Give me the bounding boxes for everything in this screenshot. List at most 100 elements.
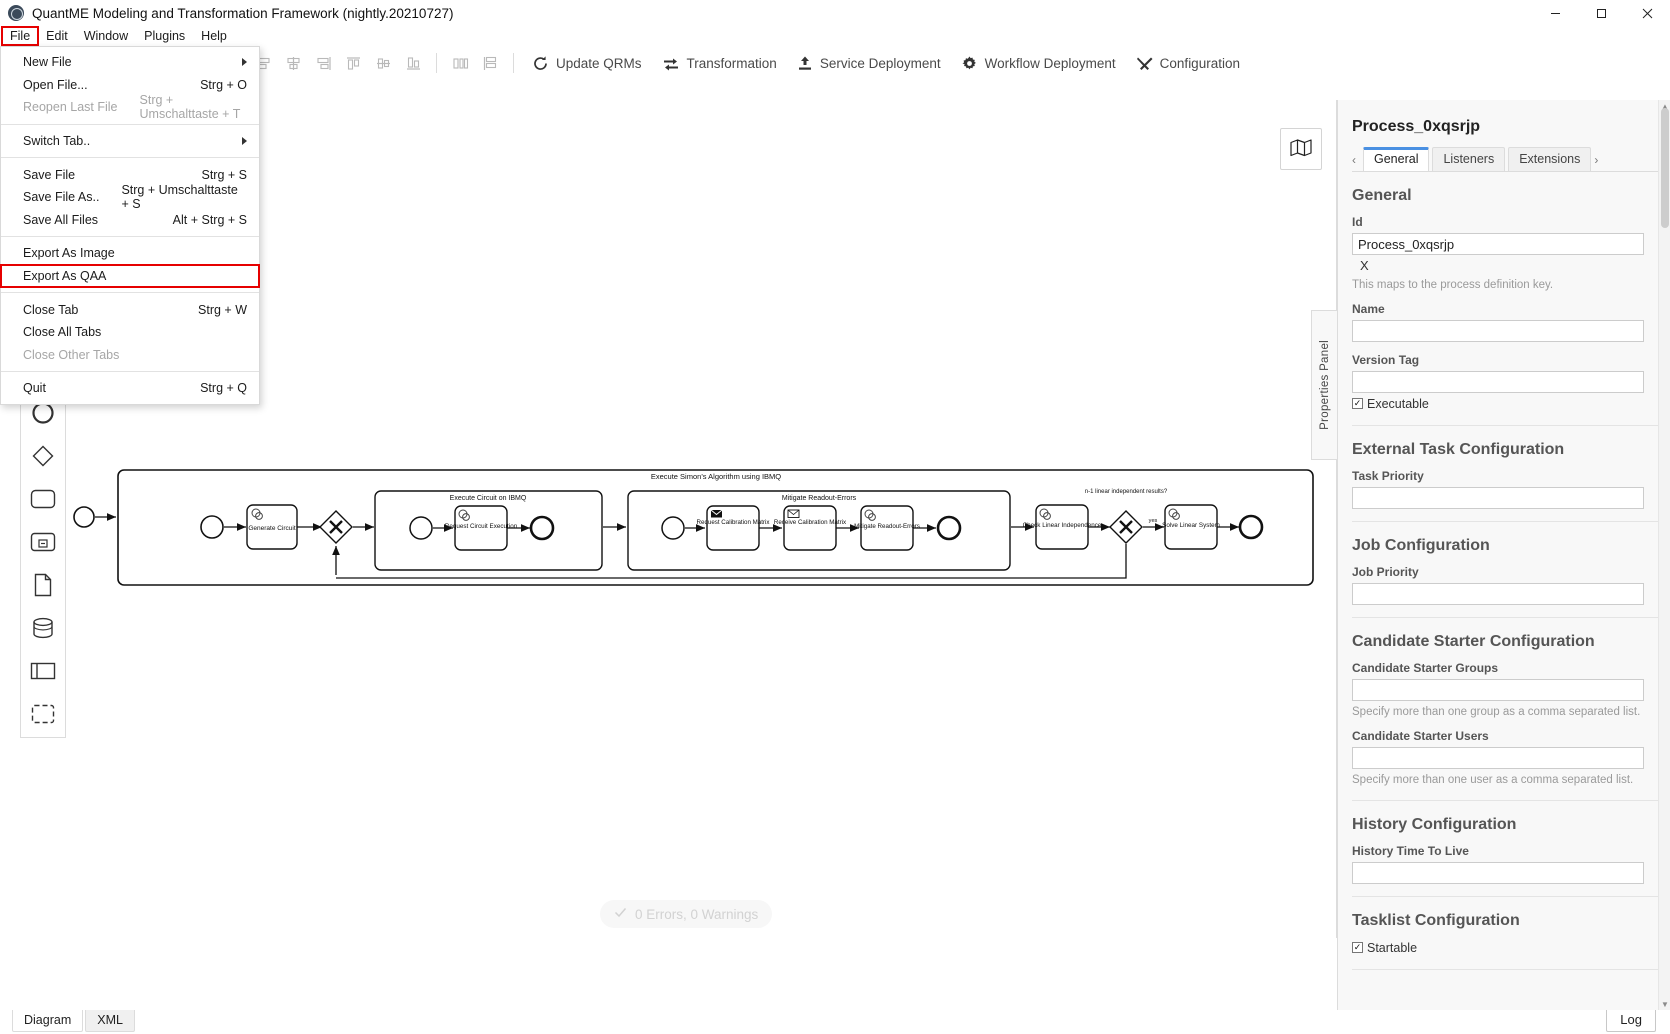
bpmn-inner-start-event[interactable] <box>200 515 224 539</box>
bpmn-end-event[interactable] <box>1238 514 1264 540</box>
bpmn-diagram[interactable]: Execute Simon's Algorithm using IBMQ Gen… <box>0 400 1337 938</box>
bpmn-gateway-1[interactable] <box>319 510 353 544</box>
tab-xml[interactable]: XML <box>85 1010 135 1032</box>
menu-item-close-all-tabs[interactable]: Close All Tabs <box>1 321 259 344</box>
rounded-rect-icon <box>30 489 56 512</box>
tabs-next-arrow[interactable]: › <box>1594 153 1602 171</box>
properties-scrollbar[interactable]: ▲ ▼ <box>1658 100 1670 1010</box>
editor-tabs[interactable]: Diagram XML <box>0 1010 135 1032</box>
menu-plugins[interactable]: Plugins <box>136 27 193 45</box>
menu-window[interactable]: Window <box>76 27 136 45</box>
distribute-horizontal-icon[interactable] <box>446 50 474 76</box>
startable-label: Startable <box>1367 940 1418 955</box>
bpmn-end-event[interactable] <box>529 515 555 541</box>
status-text: 0 Errors, 0 Warnings <box>635 906 759 922</box>
menu-item-quit[interactable]: Quit Strg + Q <box>1 377 259 400</box>
executable-checkbox-row[interactable]: ✓ Executable <box>1352 397 1644 411</box>
startable-checkbox-row[interactable]: ✓ Startable <box>1352 941 1644 955</box>
check-icon <box>614 906 627 922</box>
distribute-vertical-icon[interactable] <box>476 50 504 76</box>
section-job-configuration: Job Configuration Job Priority <box>1352 522 1658 619</box>
minimap-toggle-button[interactable] <box>1280 128 1322 170</box>
workflow-deployment-button[interactable]: Workflow Deployment <box>952 52 1125 75</box>
clear-id-button[interactable]: X <box>1352 255 1644 274</box>
properties-panel[interactable]: Process_0xqsrjp ‹ General Listeners Exte… <box>1337 100 1670 1010</box>
align-top-icon[interactable] <box>339 50 367 76</box>
bpmn-palette[interactable] <box>20 392 66 738</box>
id-input[interactable] <box>1352 233 1644 256</box>
group-tool[interactable] <box>21 694 65 737</box>
bpmn-flow-label-yes: yes <box>1149 518 1158 524</box>
candidate-starter-users-input[interactable] <box>1352 746 1644 769</box>
minimize-button[interactable] <box>1532 0 1578 26</box>
menu-item-new-file[interactable]: New File <box>1 51 259 74</box>
configuration-label: Configuration <box>1159 55 1240 71</box>
menu-item-export-as-image[interactable]: Export As Image <box>1 242 259 265</box>
bpmn-subprocess-mitigate-readout-errors[interactable]: Mitigate Readout-Errors Request Calibrat… <box>627 490 1011 571</box>
bpmn-task-mitigate-readout-errors[interactable]: Mitigate Readout-Errors <box>854 505 920 551</box>
bpmn-start-event[interactable] <box>73 506 95 528</box>
bpmn-task-solve-linear-system[interactable]: Solve Linear System <box>1162 504 1220 550</box>
menu-edit[interactable]: Edit <box>38 27 76 45</box>
name-input[interactable] <box>1352 319 1644 342</box>
menu-item-switch-tab[interactable]: Switch Tab.. <box>1 130 259 153</box>
version-tag-input[interactable] <box>1352 370 1644 393</box>
data-object-tool[interactable] <box>21 565 65 608</box>
align-center-icon[interactable] <box>279 50 307 76</box>
gateway-tool[interactable] <box>21 436 65 479</box>
transformation-button[interactable]: Transformation <box>653 52 786 75</box>
bpmn-task-generate-circuit[interactable]: Generate Circuit <box>246 504 298 550</box>
section-general: General Id X This maps to the process de… <box>1352 172 1658 426</box>
scroll-down-arrow[interactable]: ▼ <box>1659 998 1670 1010</box>
menu-item-close-tab[interactable]: Close Tab Strg + W <box>1 298 259 321</box>
menu-help[interactable]: Help <box>193 27 235 45</box>
menu-file[interactable]: File <box>0 26 40 46</box>
bpmn-start-event[interactable] <box>661 516 685 540</box>
menu-item-save-all-files[interactable]: Save All Files Alt + Strg + S <box>1 209 259 232</box>
section-heading: History Configuration <box>1352 816 1517 834</box>
menu-item-save-file-as[interactable]: Save File As.. Strg + Umschalttaste + S <box>1 183 259 211</box>
menu-separator <box>1 292 259 294</box>
job-priority-input[interactable] <box>1352 583 1644 606</box>
update-qrms-button[interactable]: Update QRMs <box>523 52 651 75</box>
align-middle-icon[interactable] <box>369 50 397 76</box>
bpmn-start-event[interactable] <box>409 516 433 540</box>
bpmn-gateway-2[interactable] <box>1109 510 1143 544</box>
participant-tool[interactable] <box>21 651 65 694</box>
properties-panel-handle[interactable]: Properties Panel <box>1311 310 1337 460</box>
tab-listeners[interactable]: Listeners <box>1432 147 1506 171</box>
tab-general[interactable]: General <box>1363 147 1430 171</box>
database-icon <box>31 617 55 642</box>
candidate-starter-groups-input[interactable] <box>1352 679 1644 702</box>
close-button[interactable] <box>1624 0 1670 26</box>
file-menu-dropdown[interactable]: New File Open File... Strg + O Reopen La… <box>0 46 260 405</box>
service-deployment-button[interactable]: Service Deployment <box>788 52 950 75</box>
properties-panel-tabs[interactable]: ‹ General Listeners Extensions › <box>1352 146 1658 172</box>
tab-diagram[interactable]: Diagram <box>12 1010 84 1032</box>
menu-item-export-as-qaa[interactable]: Export As QAA <box>0 263 260 289</box>
align-bottom-icon[interactable] <box>399 50 427 76</box>
tab-extensions[interactable]: Extensions <box>1508 147 1592 171</box>
log-button[interactable]: Log <box>1606 1008 1656 1032</box>
maximize-button[interactable] <box>1578 0 1624 26</box>
chevron-right-icon <box>242 58 247 67</box>
bpmn-end-event[interactable] <box>936 515 962 541</box>
history-time-to-live-input[interactable] <box>1352 862 1644 885</box>
bpmn-task-request-circuit-execution[interactable]: Request Circuit Execution <box>445 505 518 551</box>
service-deployment-label: Service Deployment <box>819 55 941 71</box>
toolbar-separator-2 <box>436 53 437 73</box>
scrollbar-thumb[interactable] <box>1661 108 1669 228</box>
field-label-name: Name <box>1352 301 1385 316</box>
checkbox-icon[interactable]: ✓ <box>1352 942 1363 954</box>
window-controls <box>1532 0 1670 26</box>
title-bar: QuantME Modeling and Transformation Fram… <box>0 0 1670 26</box>
task-tool[interactable] <box>21 479 65 522</box>
bpmn-subprocess-execute-circuit[interactable]: Execute Circuit on IBMQ Request Circuit … <box>374 490 603 571</box>
checkbox-icon[interactable]: ✓ <box>1352 398 1363 410</box>
tabs-prev-arrow[interactable]: ‹ <box>1352 153 1360 171</box>
align-right-icon[interactable] <box>309 50 337 76</box>
configuration-button[interactable]: Configuration <box>1127 52 1249 75</box>
task-priority-input[interactable] <box>1352 486 1644 509</box>
subprocess-tool[interactable] <box>21 522 65 565</box>
data-store-tool[interactable] <box>21 608 65 651</box>
